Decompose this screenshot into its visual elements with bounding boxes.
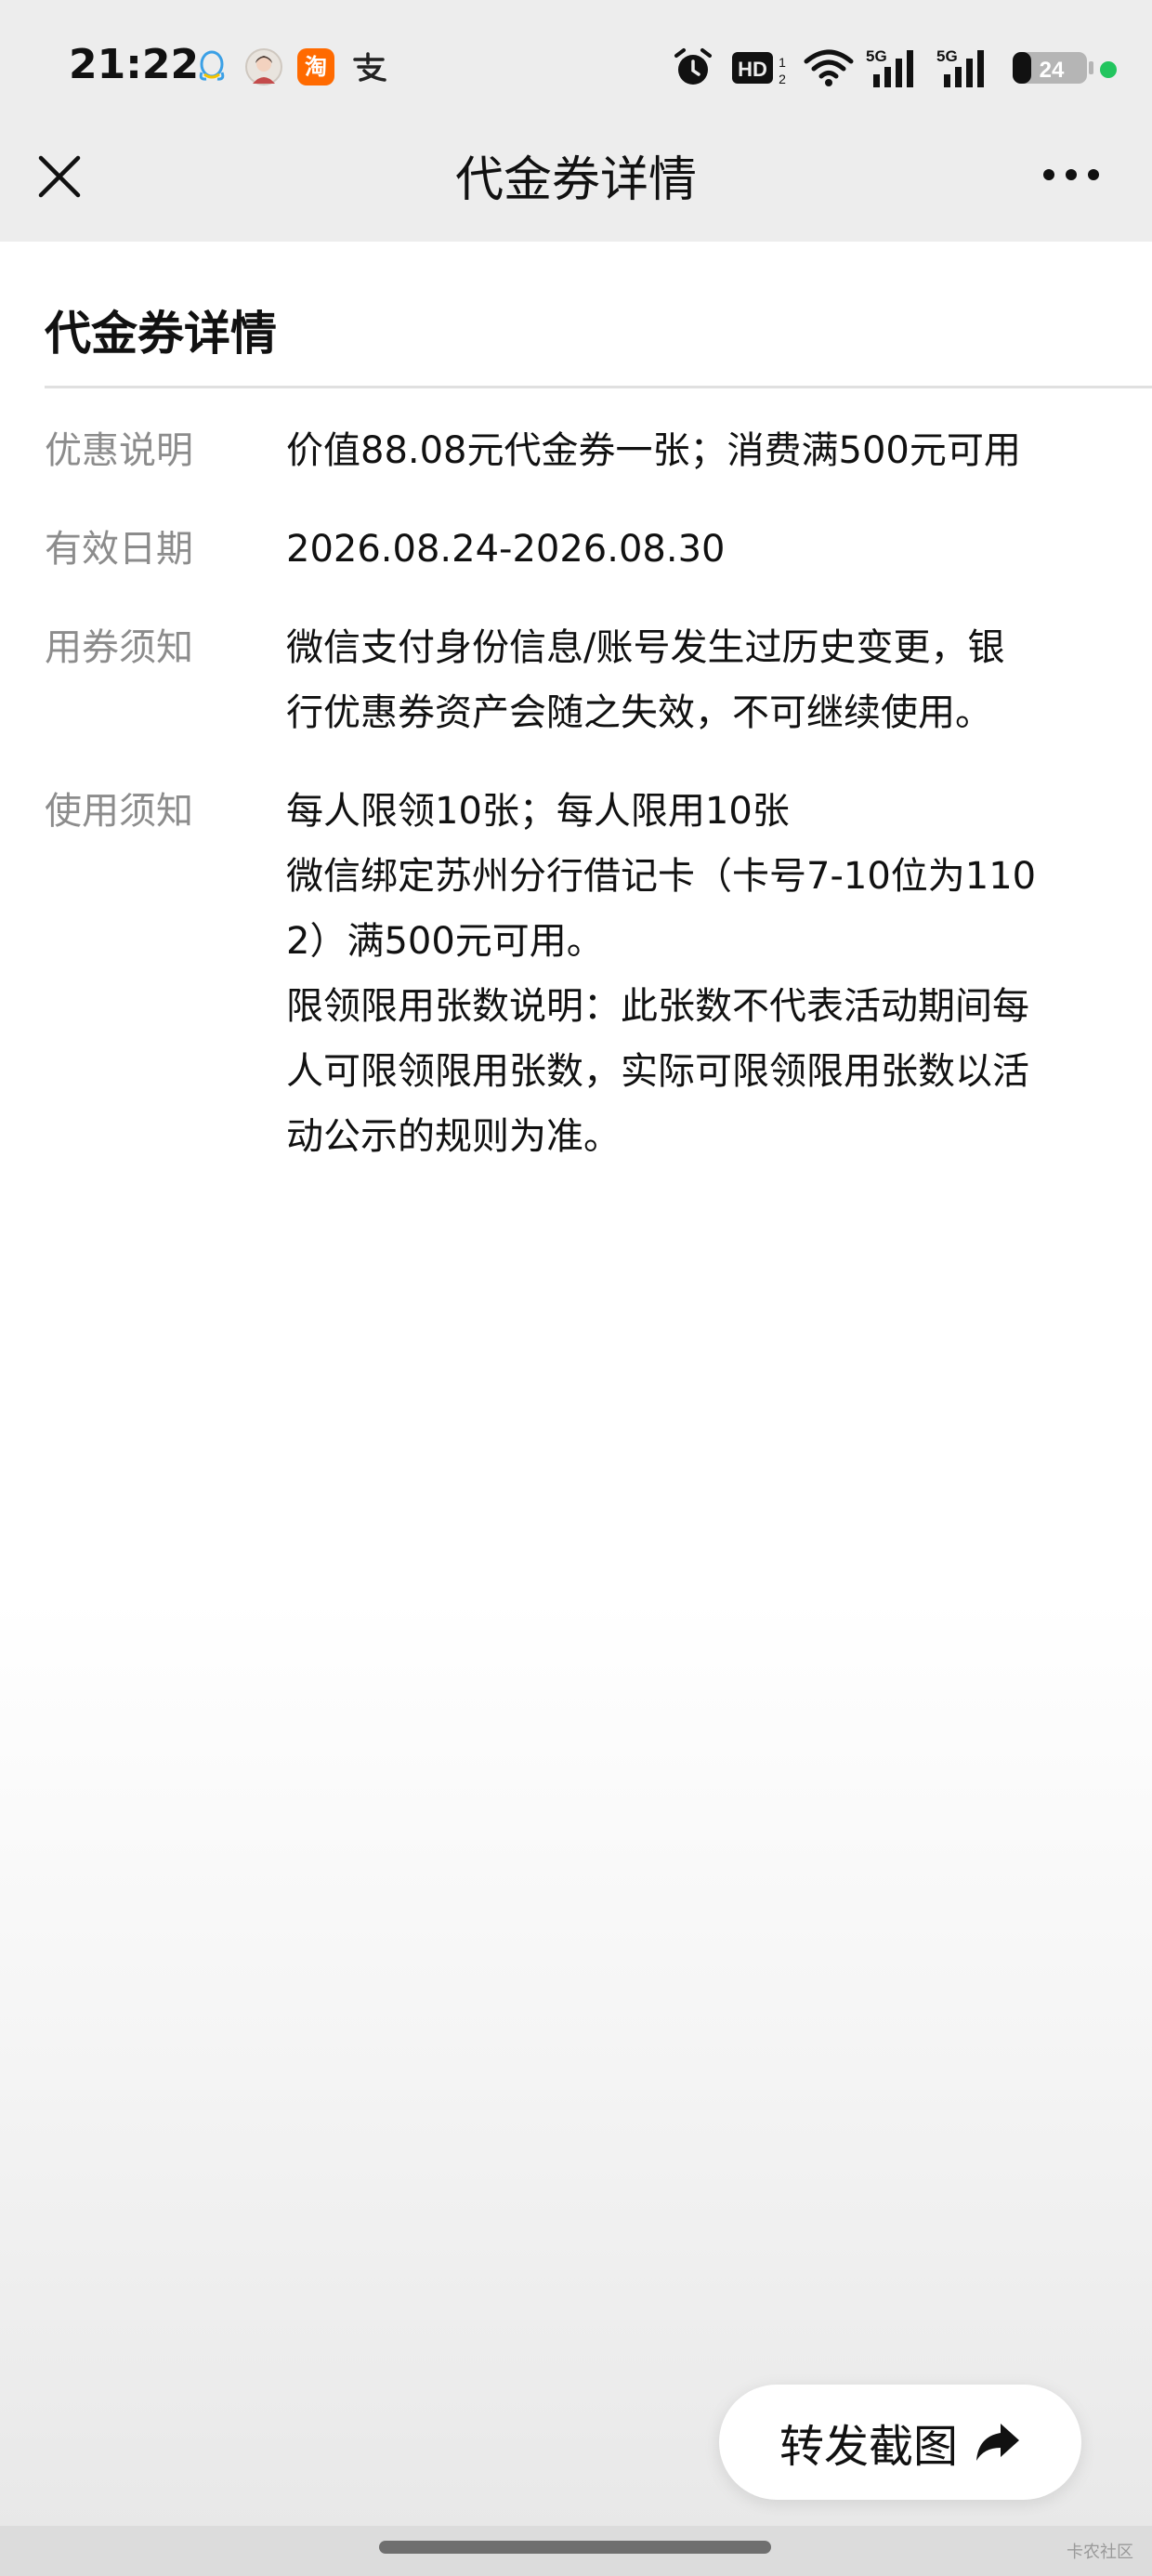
online-dot: [1100, 61, 1117, 78]
qq-icon: [199, 50, 225, 81]
signal-5g-icon: 5G: [936, 47, 984, 87]
detail-value-line: 2026.08.24-2026.08.30: [286, 528, 726, 571]
avatar-icon: [245, 48, 282, 85]
more-icon[interactable]: [1041, 156, 1102, 193]
detail-value-line: 2）满500元可用。: [286, 920, 604, 963]
alipay-icon: [353, 52, 386, 82]
detail-value-line: 动公示的规则为准。: [286, 1115, 621, 1158]
svg-text:1: 1: [779, 55, 786, 70]
svg-text:24: 24: [1040, 58, 1065, 83]
detail-value: 价值88.08元代金券一张；消费满500元可用: [286, 418, 1141, 483]
detail-value-line: 微信支付身份信息/账号发生过历史变更，银: [286, 626, 1005, 669]
alarm-icon: [674, 48, 712, 85]
divider: [45, 386, 1152, 388]
wifi-icon: [804, 49, 854, 86]
detail-label: 用券须知: [45, 626, 193, 669]
section-title: 代金券详情: [45, 307, 277, 361]
detail-value-line: 微信绑定苏州分行借记卡（卡号7-10位为110: [286, 855, 1037, 898]
svg-text:5G: 5G: [866, 47, 887, 65]
page-title: 代金券详情: [454, 152, 697, 208]
status-time: 21:22: [69, 41, 200, 88]
share-arrow-icon: [976, 2424, 1019, 2461]
svg-text:5G: 5G: [936, 47, 958, 65]
detail-value-line: 每人限领10张；每人限用10张: [286, 790, 790, 833]
signal-5g-icon: 5G: [866, 47, 913, 87]
detail-label: 使用须知: [45, 790, 193, 833]
svg-text:HD: HD: [738, 58, 767, 81]
home-indicator[interactable]: [379, 2541, 771, 2554]
detail-value-line: 人可限领限用张数，实际可限领限用张数以活: [286, 1050, 1029, 1093]
detail-value: 微信支付身份信息/账号发生过历史变更，银 行优惠券资产会随之失效，不可继续使用。: [286, 615, 1141, 745]
detail-value-line: 价值88.08元代金券一张；消费满500元可用: [286, 429, 1021, 472]
detail-value-line: 行优惠券资产会随之失效，不可继续使用。: [286, 691, 992, 734]
share-button-label: 转发截图: [779, 2421, 958, 2473]
taobao-icon: 淘: [297, 48, 334, 85]
status-bar: 21:22 淘 HD 1 2 5G 5G 24: [0, 0, 1152, 138]
watermark: 卡农社区: [1067, 2543, 1133, 2562]
svg-text:2: 2: [779, 72, 786, 86]
detail-label: 优惠说明: [45, 429, 193, 472]
detail-label: 有效日期: [45, 528, 193, 571]
detail-value: 每人限领10张；每人限用10张 微信绑定苏州分行借记卡（卡号7-10位为110 …: [286, 779, 1141, 1169]
detail-value: 2026.08.24-2026.08.30: [286, 517, 1141, 582]
detail-value-line: 限领限用张数说明：此张数不代表活动期间每: [286, 985, 1029, 1028]
share-screenshot-button[interactable]: 转发截图: [719, 2385, 1081, 2500]
hd-icon: HD 1 2: [732, 52, 786, 86]
battery-icon: 24: [1013, 52, 1093, 84]
nav-bar: 代金券详情: [0, 138, 1152, 242]
